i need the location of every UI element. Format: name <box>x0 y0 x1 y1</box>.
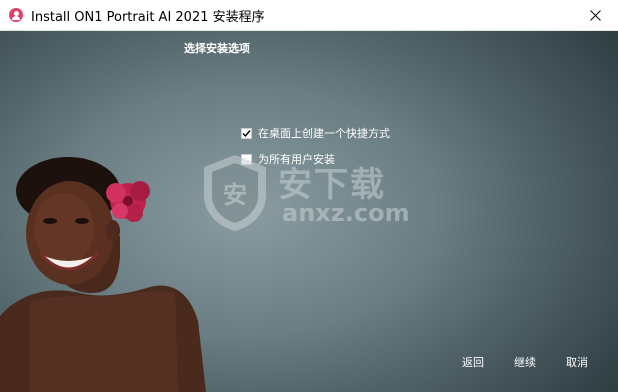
section-title: 选择安装选项 <box>184 42 250 55</box>
shield-glyph: 安 <box>223 181 247 209</box>
close-button[interactable] <box>572 0 618 30</box>
create-desktop-shortcut-option[interactable]: 在桌面上创建一个快捷方式 <box>241 125 390 141</box>
desktop-shortcut-label: 在桌面上创建一个快捷方式 <box>258 127 390 140</box>
continue-button[interactable]: 继续 <box>508 351 542 373</box>
desktop-shortcut-checkbox[interactable] <box>241 127 252 139</box>
installer-content: 选择安装选项 在桌面上创建一个快捷方式 为所有用户安装 安 安下载 anxz.c… <box>0 31 618 392</box>
window-title: Install ON1 Portrait AI 2021 安装程序 <box>31 9 265 25</box>
cancel-button[interactable]: 取消 <box>560 351 594 373</box>
title-bar: Install ON1 Portrait AI 2021 安装程序 <box>0 0 618 31</box>
watermark-en: anxz.com <box>282 199 410 227</box>
back-button[interactable]: 返回 <box>456 351 490 373</box>
installer-window: Install ON1 Portrait AI 2021 安装程序 选择安装选项… <box>0 0 618 392</box>
person-icon <box>9 8 23 22</box>
checkmark-icon <box>242 129 251 137</box>
watermark: 安 安下载 anxz.com <box>200 153 410 237</box>
close-icon <box>589 9 601 21</box>
shield-icon: 安 <box>204 155 266 231</box>
